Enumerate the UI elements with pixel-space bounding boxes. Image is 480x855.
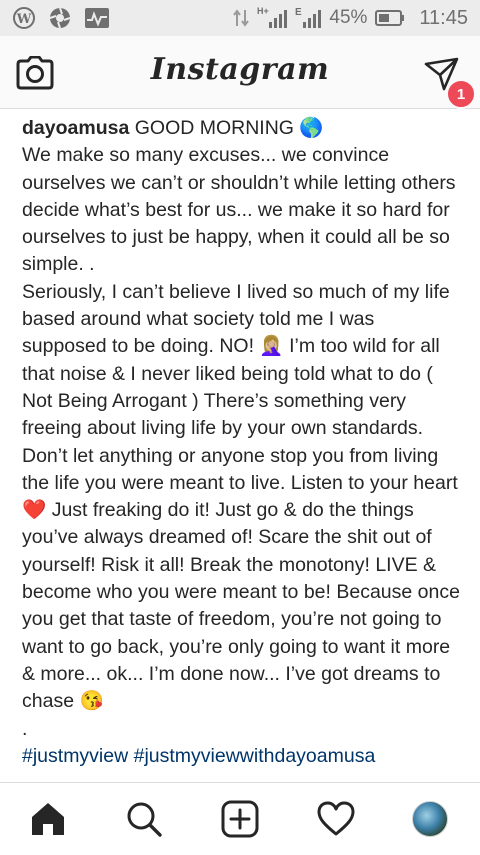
nav-activity[interactable] bbox=[316, 799, 356, 839]
nav-home[interactable] bbox=[28, 799, 68, 839]
notification-badge: 1 bbox=[446, 79, 476, 109]
battery-percent: 45% bbox=[329, 7, 368, 28]
search-icon bbox=[127, 802, 162, 837]
post-caption: dayoamusa GOOD MORNING 🌎 We make so many… bbox=[22, 115, 462, 770]
network-type-label: H+ bbox=[257, 6, 269, 16]
wordpress-icon: W bbox=[12, 6, 36, 30]
aperture-icon bbox=[48, 6, 72, 30]
notification-icons: W bbox=[12, 6, 110, 30]
status-bar: W H+ E 45% 11:45 bbox=[0, 0, 480, 36]
hashtags-link[interactable]: #justmyview #justmyviewwithdayoamusa bbox=[22, 745, 375, 767]
new-post-icon bbox=[221, 800, 259, 838]
instagram-logo: Instagram bbox=[150, 52, 330, 87]
svg-text:E: E bbox=[295, 7, 302, 18]
svg-text:W: W bbox=[16, 12, 32, 27]
battery-icon bbox=[375, 9, 405, 27]
signal-icon: H+ bbox=[257, 6, 288, 30]
home-icon bbox=[32, 803, 64, 835]
signal-e-icon: E bbox=[295, 6, 322, 30]
caption-text: GOOD MORNING 🌎 We make so many excuses..… bbox=[22, 117, 460, 740]
app-header: Instagram 1 bbox=[0, 36, 480, 109]
profile-avatar bbox=[412, 801, 448, 837]
nav-new-post[interactable] bbox=[220, 799, 260, 839]
activity-monitor-icon bbox=[84, 7, 110, 29]
heart-icon bbox=[317, 801, 355, 836]
nav-search[interactable] bbox=[124, 799, 164, 839]
clock: 11:45 bbox=[419, 6, 468, 29]
data-transfer-icon bbox=[233, 8, 250, 28]
post-username[interactable]: dayoamusa bbox=[22, 117, 129, 139]
nav-profile[interactable] bbox=[410, 799, 450, 839]
bottom-navigation bbox=[0, 782, 480, 855]
